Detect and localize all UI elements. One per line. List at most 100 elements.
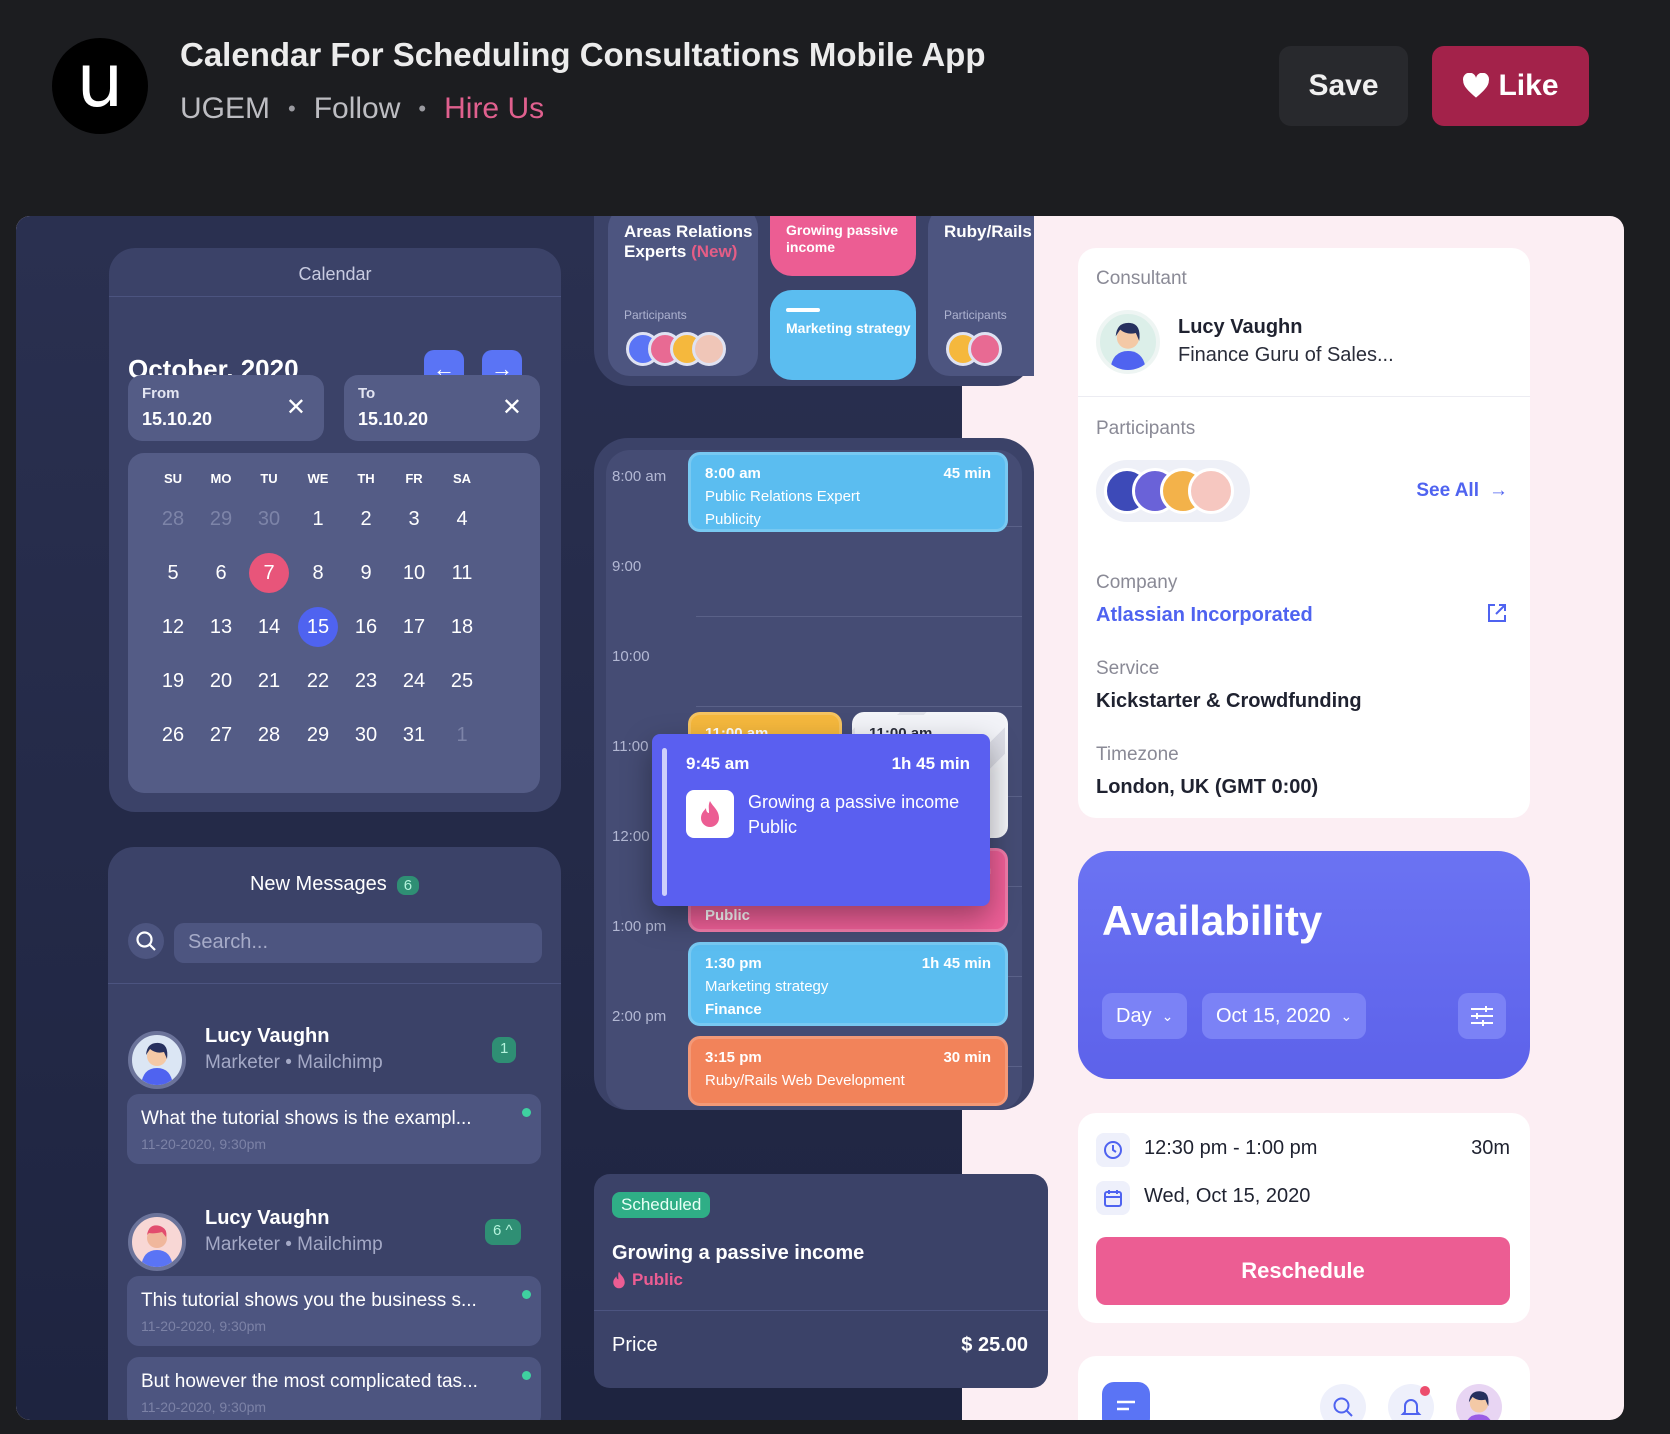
messages-count-badge: 6: [396, 876, 420, 895]
calendar-day[interactable]: 3: [394, 499, 434, 539]
date-dropdown[interactable]: Oct 15, 2020 ⌄: [1202, 993, 1367, 1039]
calendar-day[interactable]: 27: [201, 715, 241, 755]
calendar-day[interactable]: 8: [298, 553, 338, 593]
calendar-day[interactable]: 2: [346, 499, 386, 539]
schedule-event[interactable]: 1:30 pm 1h 45 min Marketing strategy Financ…: [688, 942, 1008, 1026]
topic-card[interactable]: Ruby/Rails Web Developme Participants: [928, 216, 1034, 376]
calendar-day[interactable]: 28: [153, 499, 193, 539]
to-label: To: [358, 385, 376, 402]
follow-link[interactable]: Follow: [314, 92, 401, 126]
calendar-day[interactable]: 1: [442, 715, 482, 755]
calendar-day[interactable]: 29: [201, 499, 241, 539]
calendar-day[interactable]: 4: [442, 499, 482, 539]
calendar-day[interactable]: 5: [153, 553, 193, 593]
calendar-grid: SU MO TU WE TH FR SA 28 29 30 1 2 3 4 5 6 7 8 9 10 11 12 13 14 1…: [128, 453, 540, 793]
consultant-avatar[interactable]: [1096, 310, 1160, 374]
calendar-day[interactable]: 7: [249, 553, 289, 593]
event-title: Marketing strategy: [705, 978, 829, 995]
menu-icon[interactable]: [1102, 1382, 1150, 1420]
avatar[interactable]: [128, 1031, 186, 1089]
calendar-day[interactable]: 30: [346, 715, 386, 755]
author-link[interactable]: UGEM: [180, 92, 270, 126]
calendar-day[interactable]: 24: [394, 661, 434, 701]
topic-card[interactable]: Marketing strategy: [770, 290, 916, 380]
external-link-icon[interactable]: [1486, 602, 1508, 629]
calendar-day[interactable]: 25: [442, 661, 482, 701]
calendar-day[interactable]: 12: [153, 607, 193, 647]
participant-avatars[interactable]: [1096, 460, 1250, 522]
schedule-event[interactable]: 3:15 pm 30 min Ruby/Rails Web Development: [688, 1036, 1008, 1106]
message-preview[interactable]: This tutorial shows you the business s..…: [127, 1276, 541, 1346]
unread-badge[interactable]: 6 ^: [485, 1219, 521, 1245]
calendar-day[interactable]: 19: [153, 661, 193, 701]
calendar-day[interactable]: 1: [298, 499, 338, 539]
bottom-nav: [1078, 1356, 1530, 1420]
event-duration: 1h 45 min: [921, 955, 991, 972]
avatar[interactable]: [128, 1213, 186, 1271]
divider: [109, 296, 561, 297]
calendar-day[interactable]: 15: [298, 607, 338, 647]
clear-from-icon[interactable]: ✕: [286, 393, 306, 422]
company-link[interactable]: Atlassian Incorporated: [1096, 604, 1313, 627]
calendar-day[interactable]: 29: [298, 715, 338, 755]
search-icon[interactable]: [1320, 1384, 1366, 1420]
calendar-day[interactable]: 10: [394, 553, 434, 593]
bell-icon[interactable]: [1388, 1384, 1434, 1420]
calendar-day[interactable]: 17: [394, 607, 434, 647]
calendar-day[interactable]: 20: [201, 661, 241, 701]
calendar-day[interactable]: 23: [346, 661, 386, 701]
message-sender: Lucy Vaughn: [205, 1207, 330, 1229]
message-preview[interactable]: But however the most complicated tas... …: [127, 1357, 541, 1420]
author-logo[interactable]: u: [52, 38, 148, 134]
calendar-day[interactable]: 6: [201, 553, 241, 593]
event-time: 1:30 pm: [705, 955, 762, 972]
from-field[interactable]: From 15.10.20 ✕: [128, 375, 324, 441]
clear-to-icon[interactable]: ✕: [502, 393, 522, 422]
calendar-day[interactable]: 26: [153, 715, 193, 755]
topic-card[interactable]: Growing passive income: [770, 216, 916, 276]
period-dropdown[interactable]: Day ⌄: [1102, 993, 1188, 1039]
consultant-name: Lucy Vaughn: [1178, 316, 1303, 338]
availability-card: Availability Day ⌄ Oct 15, 2020 ⌄: [1078, 851, 1530, 1079]
message-sender: Lucy Vaughn: [205, 1025, 330, 1047]
calendar-day[interactable]: 28: [249, 715, 289, 755]
separator-dot: •: [288, 96, 296, 121]
selected-event-card[interactable]: 9:45 am 1h 45 min Growing a passive inco…: [652, 734, 990, 906]
save-button[interactable]: Save: [1279, 46, 1408, 126]
calendar-day[interactable]: 18: [442, 607, 482, 647]
calendar-day[interactable]: 13: [201, 607, 241, 647]
company-label: Company: [1096, 572, 1178, 593]
message-text: What the tutorial shows is the exampl...: [141, 1108, 472, 1129]
search-icon[interactable]: [128, 923, 164, 959]
topic-card[interactable]: Areas Relations Experts (New) Participan…: [608, 216, 758, 376]
event-title-text: Growing a passive income: [748, 792, 960, 812]
like-button[interactable]: Like: [1432, 46, 1589, 126]
search-input[interactable]: Search...: [174, 923, 542, 963]
hire-us-link[interactable]: Hire Us: [444, 92, 544, 126]
calendar-day[interactable]: 16: [346, 607, 386, 647]
calendar-day[interactable]: 22: [298, 661, 338, 701]
schedule-event[interactable]: 8:00 am 45 min Public Relations Expert Publ…: [688, 452, 1008, 532]
calendar-day[interactable]: 11: [442, 553, 482, 593]
reschedule-button[interactable]: Reschedule: [1096, 1237, 1510, 1305]
message-preview[interactable]: What the tutorial shows is the exampl...…: [127, 1094, 541, 1164]
timezone-label: Timezone: [1096, 744, 1179, 765]
filter-button[interactable]: [1458, 993, 1506, 1039]
profile-avatar[interactable]: [1456, 1384, 1502, 1420]
shot-image: Calendar October, 2020 ← → From 15.10.20…: [16, 216, 1624, 1420]
topic-title: Marketing strategy: [786, 320, 911, 336]
to-field[interactable]: To 15.10.20 ✕: [344, 375, 540, 441]
see-all-link[interactable]: See All →: [1416, 480, 1508, 502]
unread-dot: [522, 1108, 531, 1117]
calendar-day[interactable]: 9: [346, 553, 386, 593]
period-value: Day: [1116, 1004, 1152, 1027]
message-text: But however the most complicated tas...: [141, 1371, 478, 1392]
calendar-day[interactable]: 14: [249, 607, 289, 647]
chevron-down-icon: ⌄: [1340, 1007, 1353, 1024]
consultant-card: Consultant Lucy Vaughn Finance Guru of S…: [1078, 248, 1530, 818]
weekday-label: FR: [405, 471, 423, 486]
calendar-day[interactable]: 30: [249, 499, 289, 539]
calendar-day[interactable]: 31: [394, 715, 434, 755]
calendar-day[interactable]: 21: [249, 661, 289, 701]
divider: [1078, 396, 1530, 397]
